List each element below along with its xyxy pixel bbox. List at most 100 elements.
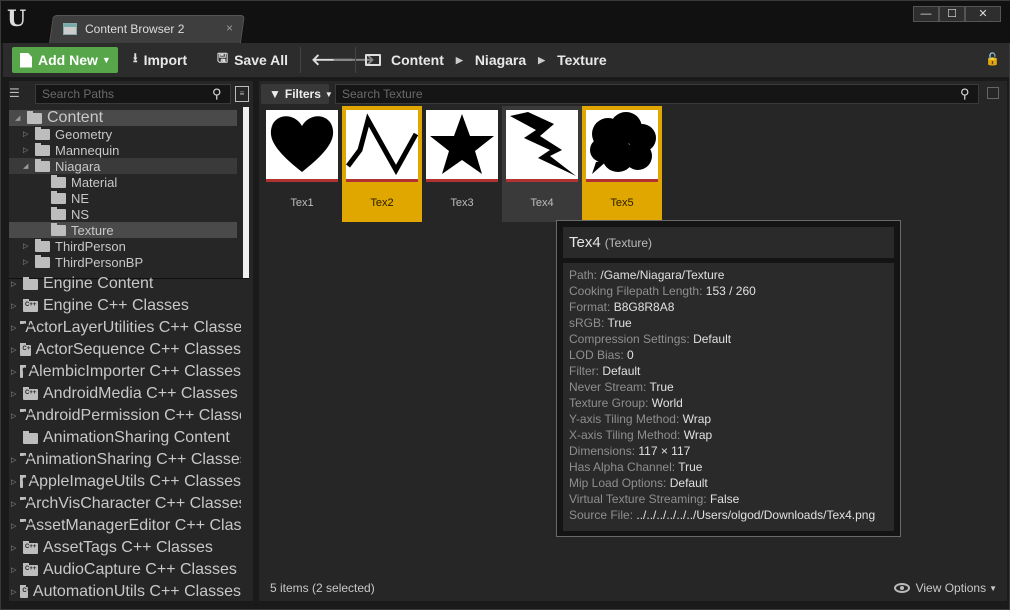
collapsed-arrow-icon[interactable]: ▷ — [23, 242, 31, 250]
tab-label: Content Browser 2 — [85, 22, 185, 36]
collapsed-arrow-icon[interactable]: ▷ — [11, 390, 19, 398]
new-document-icon — [20, 52, 32, 68]
root-item[interactable]: ▷ Engine C++ Classes — [9, 296, 241, 316]
collapsed-arrow-icon[interactable]: ▷ — [11, 346, 16, 354]
tree-item-niagara[interactable]: ◢ Niagara — [9, 158, 237, 174]
collapsed-arrow-icon[interactable]: ▷ — [11, 324, 16, 332]
filters-label: Filters — [284, 87, 321, 101]
expanded-arrow-icon[interactable]: ◢ — [15, 114, 23, 122]
tooltip-header: Tex4 (Texture) — [563, 227, 894, 258]
search-paths-input[interactable] — [36, 87, 212, 101]
collapsed-arrow-icon[interactable]: ▷ — [11, 478, 16, 486]
asset-tile-tex1[interactable]: Tex1 — [262, 106, 342, 222]
root-item[interactable]: ▷ AndroidMedia C++ Classes — [9, 384, 241, 404]
root-item[interactable]: ▷ AppleImageUtils C++ Classes — [9, 472, 241, 492]
search-texture-input[interactable] — [336, 87, 960, 101]
chevron-right-icon[interactable]: ▶ — [538, 55, 545, 66]
sources-toggle-icon[interactable]: ☰ — [9, 86, 29, 102]
collapsed-arrow-icon[interactable]: ▷ — [11, 522, 16, 530]
tooltip-property: sRGB: True — [569, 315, 894, 331]
cpp-folder-icon — [23, 562, 38, 576]
property-value: Default — [669, 476, 708, 490]
tree-item-content[interactable]: ◢ Content — [9, 110, 237, 126]
root-item[interactable]: ▷ AssetManagerEditor C++ Classes — [9, 516, 241, 536]
tree-item-thirdpersonbp[interactable]: ▷ ThirdPersonBP — [9, 254, 237, 270]
root-item[interactable]: ▷ ActorSequence C++ Classes — [9, 340, 241, 360]
search-paths-field[interactable]: ⚲ — [35, 84, 231, 104]
divider — [355, 47, 356, 73]
view-options-button[interactable]: View Options ▼ — [893, 581, 997, 595]
tree-scrollbar[interactable] — [243, 107, 249, 279]
root-item[interactable]: AnimationSharing Content — [9, 428, 241, 448]
tab-close-icon[interactable]: × — [226, 21, 233, 35]
root-item-label: AssetManagerEditor C++ Classes — [25, 517, 241, 534]
cpp-folder-icon — [23, 298, 38, 312]
root-item[interactable]: ▷ ArchVisCharacter C++ Classes — [9, 494, 241, 514]
tree-item-material[interactable]: Material — [9, 174, 237, 190]
root-item[interactable]: ▷ AssetTags C++ Classes — [9, 538, 241, 558]
root-item[interactable]: ▷ Engine Content — [9, 274, 241, 294]
collapsed-arrow-icon[interactable]: ▷ — [11, 368, 16, 376]
tab-content-browser-2[interactable]: Content Browser 2 × — [51, 15, 241, 43]
chevron-right-icon[interactable]: ▶ — [456, 55, 463, 66]
tooltip-property: Y-axis Tiling Method: Wrap — [569, 411, 894, 427]
collapsed-arrow-icon[interactable]: ▷ — [23, 130, 31, 138]
root-item[interactable]: ▷ AnimationSharing C++ Classes — [9, 450, 241, 470]
collapsed-arrow-icon[interactable]: ▷ — [23, 258, 31, 266]
lock-icon[interactable]: 🔓 — [985, 52, 1000, 66]
property-key: Texture Group: — [569, 396, 649, 410]
filters-button[interactable]: ▼ Filters ▼ — [261, 84, 333, 104]
collapsed-arrow-icon[interactable]: ▷ — [11, 566, 19, 574]
search-texture-field[interactable]: ⚲ — [335, 84, 979, 104]
property-value: 153 / 260 — [705, 284, 756, 298]
root-item[interactable]: ▷ AlembicImporter C++ Classes — [9, 362, 241, 382]
root-item[interactable]: ▷ AndroidPermission C++ Classes — [9, 406, 241, 426]
collapsed-arrow-icon[interactable]: ▷ — [11, 456, 16, 464]
tooltip-properties: Path: /Game/Niagara/Texture Cooking Filep… — [563, 263, 894, 531]
tree-item-texture[interactable]: Texture — [9, 222, 237, 238]
tree-item-ne[interactable]: NE — [9, 190, 237, 206]
maximize-button[interactable]: ☐ — [939, 6, 965, 22]
asset-tile-tex2[interactable]: Tex2 — [342, 106, 422, 222]
collapsed-arrow-icon[interactable]: ▷ — [11, 588, 16, 596]
title-bar[interactable]: U Content Browser 2 × — ☐ ✕ — [1, 1, 1010, 43]
breadcrumb-niagara[interactable]: Niagara — [475, 52, 526, 68]
collapsed-arrow-icon[interactable]: ▷ — [11, 412, 16, 420]
view-options-label: View Options — [915, 581, 987, 595]
property-value: Wrap — [682, 412, 712, 426]
minimize-button[interactable]: — — [913, 6, 939, 22]
root-item[interactable]: ▷ AutomationUtils C++ Classes — [9, 582, 241, 602]
asset-tile-tex3[interactable]: Tex3 — [422, 106, 502, 222]
save-all-button[interactable]: 🖫 Save All — [217, 47, 288, 73]
collapsed-arrow-icon[interactable]: ▷ — [23, 146, 31, 154]
collapsed-arrow-icon[interactable]: ▷ — [11, 500, 16, 508]
close-window-button[interactable]: ✕ — [965, 6, 1001, 22]
asset-tile-tex5[interactable]: Tex5 — [582, 106, 662, 222]
collapsed-arrow-icon[interactable]: ▷ — [11, 544, 19, 552]
expanded-arrow-icon[interactable]: ◢ — [23, 162, 31, 170]
folder-icon — [51, 222, 66, 236]
asset-tile-tex4[interactable]: Tex4 — [502, 106, 582, 222]
divider — [300, 47, 301, 73]
breadcrumb-content[interactable]: Content — [391, 52, 444, 68]
folder-icon — [35, 238, 50, 252]
root-item[interactable]: ▷ ActorLayerUtilities C++ Classes — [9, 318, 241, 338]
collapsed-arrow-icon[interactable]: ▷ — [11, 302, 19, 310]
property-value: B8G8R8A8 — [613, 300, 675, 314]
chevron-down-icon: ▼ — [101, 55, 111, 65]
save-search-icon[interactable] — [987, 87, 999, 99]
root-item[interactable]: ▷ AudioCapture C++ Classes — [9, 560, 241, 580]
tree-item-ns[interactable]: NS — [9, 206, 237, 222]
folder-icon — [23, 276, 38, 290]
property-key: Cooking Filepath Length: — [569, 284, 703, 298]
collapsed-arrow-icon[interactable]: ▷ — [11, 280, 19, 288]
view-options-icon[interactable]: ≡ — [235, 86, 249, 102]
add-new-button[interactable]: Add New ▼ — [12, 47, 118, 73]
texture-thumbnail — [586, 110, 658, 182]
folder-icon — [35, 126, 50, 140]
import-button[interactable]: ⭳ Import — [133, 47, 187, 73]
tree-item-geometry[interactable]: ▷ Geometry — [9, 126, 237, 142]
tree-item-thirdperson[interactable]: ▷ ThirdPerson — [9, 238, 237, 254]
breadcrumb-texture[interactable]: Texture — [557, 52, 607, 68]
tree-item-mannequin[interactable]: ▷ Mannequin — [9, 142, 237, 158]
